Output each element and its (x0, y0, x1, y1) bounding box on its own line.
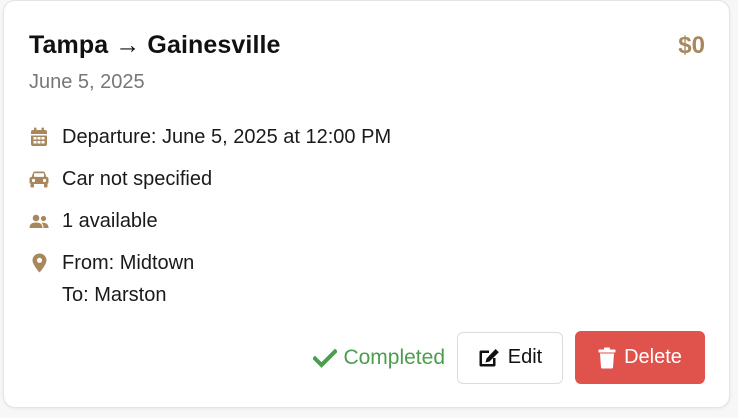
ride-price: $0 (678, 32, 705, 59)
car-row: Car not specified (29, 167, 212, 191)
ride-title: Tampa → Gainesville (29, 31, 281, 59)
delete-button[interactable]: Delete (575, 331, 705, 384)
edit-button[interactable]: Edit (457, 331, 563, 384)
to-text: To: Marston (62, 284, 167, 306)
departure-text: Departure: June 5, 2025 at 12:00 PM (62, 126, 392, 148)
ride-date: June 5, 2025 (29, 71, 145, 93)
from-text: From: Midtown (62, 252, 195, 274)
seats-row: 1 available (29, 209, 158, 233)
edit-icon (478, 348, 500, 368)
status-label: Completed (343, 345, 445, 369)
car-text: Car not specified (62, 168, 213, 190)
delete-label: Delete (624, 346, 682, 368)
map-pin-icon (29, 253, 49, 273)
users-icon (29, 211, 49, 231)
car-icon (29, 169, 49, 189)
departure-row: Departure: June 5, 2025 at 12:00 PM (29, 125, 391, 149)
location-lines: From: Midtown To: Marston (62, 247, 194, 311)
calendar-icon (29, 127, 49, 147)
check-icon (313, 348, 338, 368)
location-row: From: Midtown To: Marston (29, 247, 194, 311)
seats-text: 1 available (62, 210, 158, 232)
ride-card: Tampa → Gainesville $0 June 5, 2025 Depa… (3, 0, 730, 408)
status-badge: Completed (313, 346, 445, 370)
edit-label: Edit (507, 346, 543, 368)
actions-bar: Completed Edit Delete (313, 331, 705, 384)
trash-icon (598, 347, 616, 369)
